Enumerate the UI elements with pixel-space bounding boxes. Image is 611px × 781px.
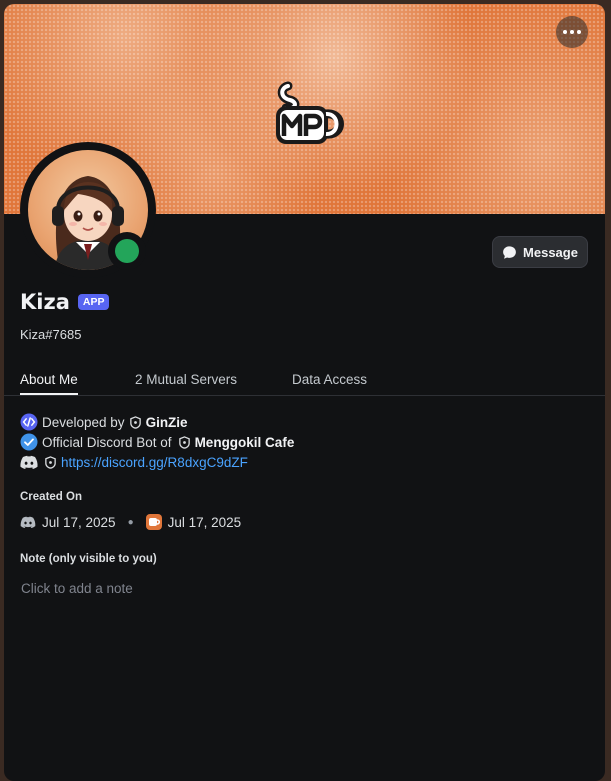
about-me-section: Developed by GinZie Official Discord Bot…	[20, 412, 294, 472]
discord-icon	[20, 516, 36, 528]
role-tag-icon	[178, 435, 191, 449]
created-on-title: Created On	[20, 491, 82, 503]
chat-bubble-icon	[503, 245, 516, 259]
server-icon	[145, 514, 162, 530]
note-input[interactable]	[14, 576, 594, 600]
bio-line-official: Official Discord Bot of Menggokil Cafe	[20, 432, 294, 452]
display-name: Kiza	[20, 290, 70, 314]
created-on-dates: Jul 17, 2025 ● Jul 17, 2025	[20, 514, 241, 530]
bio-line-invite: https://discord.gg/R8dxgC9dZF	[20, 452, 294, 472]
invite-link[interactable]: https://discord.gg/R8dxgC9dZF	[61, 455, 248, 470]
developer-name[interactable]: GinZie	[146, 415, 188, 430]
role-tag-icon	[44, 455, 57, 469]
message-button-label: Message	[523, 244, 578, 260]
profile-modal: Message Kiza APP Kiza#7685 About Me 2 Mu…	[4, 4, 605, 781]
official-prefix: Official Discord Bot of	[42, 434, 172, 450]
server-join-date: Jul 17, 2025	[167, 514, 242, 530]
smp-logo	[276, 81, 344, 144]
discord-icon	[20, 455, 38, 469]
tab-mutual-servers[interactable]: 2 Mutual Servers	[135, 372, 237, 393]
message-button[interactable]: Message	[492, 236, 588, 268]
more-options-button[interactable]	[556, 16, 588, 48]
developer-prefix: Developed by	[42, 414, 125, 430]
discord-join-date: Jul 17, 2025	[42, 514, 116, 530]
bio-line-developer: Developed by GinZie	[20, 412, 294, 432]
tab-about-me[interactable]: About Me	[20, 372, 78, 395]
role-tag-icon	[129, 415, 142, 429]
more-icon	[563, 30, 567, 34]
name-row: Kiza APP	[20, 290, 110, 314]
online-status-dot	[115, 239, 139, 263]
status-indicator	[108, 232, 146, 270]
profile-tabs: About Me 2 Mutual Servers Data Access	[4, 370, 605, 396]
note-title: Note (only visible to you)	[20, 553, 157, 565]
separator-dot: ●	[127, 516, 134, 528]
server-name[interactable]: Menggokil Cafe	[195, 435, 295, 450]
verified-check-icon	[20, 433, 38, 451]
tab-data-access[interactable]: Data Access	[292, 372, 367, 393]
app-badge: APP	[77, 294, 110, 310]
developer-code-icon	[20, 413, 38, 431]
username[interactable]: Kiza#7685	[20, 327, 81, 342]
